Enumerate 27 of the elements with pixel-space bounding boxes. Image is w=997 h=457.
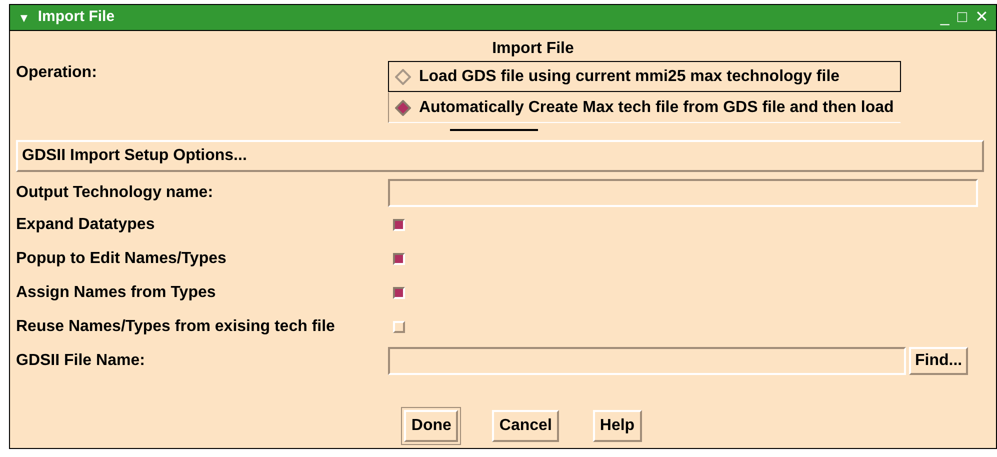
radio-button[interactable] [395, 68, 411, 84]
option-label: Popup to Edit Names/Types [16, 248, 228, 268]
field-label: Operation: [16, 63, 98, 83]
dialog-button[interactable]: Cancel [492, 410, 559, 442]
option-label: Expand Datatypes [16, 214, 156, 234]
option-label: Assign Names from Types [16, 282, 217, 302]
minimize-button[interactable]: _ [940, 6, 950, 30]
checkbox[interactable] [393, 218, 405, 230]
checkbox[interactable] [393, 252, 405, 264]
radio-option[interactable]: Load GDS file using current mmi25 max technology file [388, 61, 901, 92]
field-label: GDSII File Name: [16, 351, 146, 371]
collapse-icon[interactable]: ▼ [18, 8, 30, 26]
dialog-button[interactable]: Help [592, 410, 642, 442]
input-field[interactable] [388, 179, 978, 207]
radio-button[interactable] [395, 100, 411, 116]
window-title: Import File [38, 7, 115, 28]
radio-option[interactable]: Automatically Create Max tech file from GDS file and then load [388, 92, 901, 123]
close-button[interactable]: ✕ [975, 6, 988, 30]
maximize-button[interactable]: □ [957, 6, 967, 30]
find-button[interactable]: Find... [909, 347, 968, 375]
dialog-heading: Import File [492, 39, 574, 59]
setup-options-button[interactable]: GDSII Import Setup Options... [16, 140, 984, 172]
option-label: Reuse Names/Types from exising tech file [16, 316, 336, 336]
field-label: Output Technology name: [16, 183, 214, 203]
checkbox[interactable] [393, 286, 405, 298]
input-field[interactable] [388, 347, 906, 375]
dialog-button[interactable]: Done [404, 410, 458, 442]
